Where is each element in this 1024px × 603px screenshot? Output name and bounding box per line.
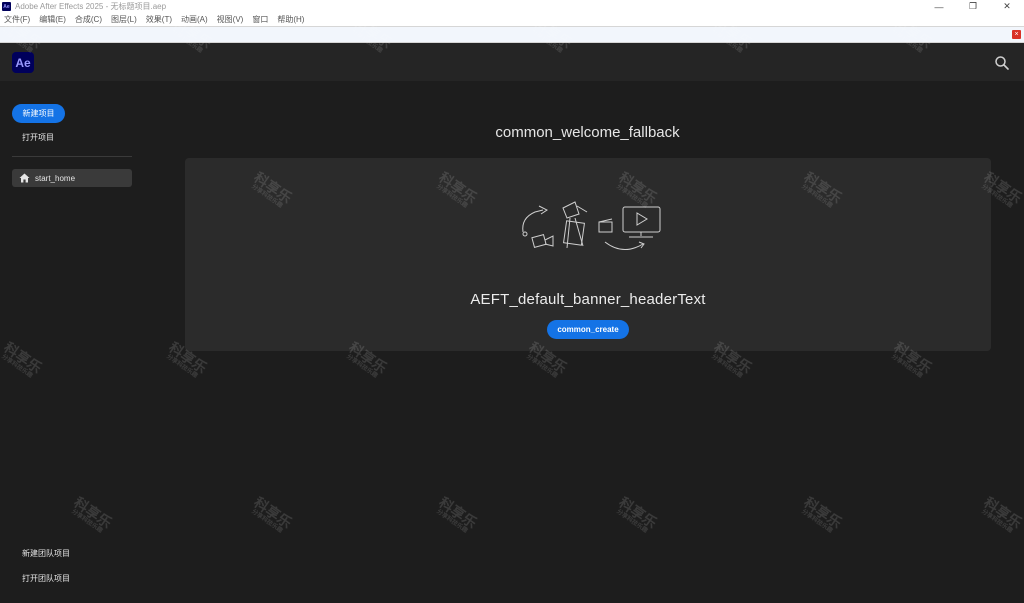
new-team-project-link[interactable]: 新建团队项目 (22, 548, 70, 559)
menu-help[interactable]: 帮助(H) (277, 14, 304, 25)
watermark-text: 科享乐 (71, 494, 115, 532)
watermark-subtext: 分享科技乐趣 (165, 353, 199, 380)
menu-animation[interactable]: 动画(A) (181, 14, 208, 25)
search-button[interactable] (994, 55, 1010, 71)
watermark-subtext: 分享科技乐趣 (800, 508, 834, 535)
restore-button[interactable]: ❐ (956, 0, 990, 13)
watermark-subtext: 分享科技乐趣 (980, 508, 1014, 535)
watermark-text: 科享乐 (981, 494, 1024, 532)
watermark-subtext: 分享科技乐趣 (0, 353, 34, 380)
sidebar-divider (12, 156, 132, 157)
watermark-subtext: 分享科技乐趣 (615, 508, 649, 535)
watermark-subtext: 分享科技乐趣 (250, 508, 284, 535)
app-icon: Ae (2, 2, 11, 11)
watermark: 科享乐分享科技乐趣 (248, 494, 295, 536)
watermark-subtext: 分享科技乐趣 (890, 353, 924, 380)
banner-header-text: AEFT_default_banner_headerText (470, 291, 706, 308)
banner-illustration (522, 201, 661, 250)
watermark-subtext: 分享科技乐趣 (70, 508, 104, 535)
ae-logo: Ae (12, 52, 34, 73)
page-title: common_welcome_fallback (495, 124, 680, 141)
sidebar-item-home[interactable]: start_home (12, 169, 132, 187)
watermark-subtext: 分享科技乐趣 (435, 508, 469, 535)
menu-layer[interactable]: 图层(L) (111, 14, 137, 25)
sidebar-item-label: start_home (35, 173, 76, 183)
open-project-link[interactable]: 打开项目 (22, 132, 54, 143)
watermark-text: 科享乐 (616, 494, 660, 532)
menu-composition[interactable]: 合成(C) (75, 14, 102, 25)
menu-view[interactable]: 视图(V) (217, 14, 244, 25)
menu-edit[interactable]: 编辑(E) (39, 14, 66, 25)
watermark-text: 科享乐 (251, 494, 295, 532)
watermark: 科享乐分享科技乐趣 (433, 494, 480, 536)
window-title: Adobe After Effects 2025 - 无标题项目.aep (15, 2, 167, 11)
menubar: 文件(F) 编辑(E) 合成(C) 图层(L) 效果(T) 动画(A) 视图(V… (0, 13, 1024, 26)
watermark: 科享乐分享科技乐趣 (978, 494, 1024, 536)
watermark-text: 科享乐 (1, 339, 45, 377)
close-window-button[interactable]: ✕ (990, 0, 1024, 13)
new-project-button[interactable]: 新建项目 (12, 104, 65, 123)
home-header: Ae (0, 43, 1024, 81)
notice-bar: × (0, 26, 1024, 43)
menu-file[interactable]: 文件(F) (4, 14, 30, 25)
menu-effect[interactable]: 效果(T) (146, 14, 172, 25)
window-titlebar: Ae Adobe After Effects 2025 - 无标题项目.aep … (0, 0, 1024, 13)
welcome-banner: AEFT_default_banner_headerText common_cr… (185, 158, 991, 351)
watermark: 科享乐分享科技乐趣 (613, 494, 660, 536)
watermark-text: 科享乐 (436, 494, 480, 532)
watermark: 科享乐分享科技乐趣 (68, 494, 115, 536)
watermark-subtext: 分享科技乐趣 (525, 353, 559, 380)
notice-close-button[interactable]: × (1012, 30, 1021, 39)
watermark: 科享乐分享科技乐趣 (0, 339, 45, 381)
search-icon (995, 56, 1009, 70)
watermark-text: 科享乐 (801, 494, 845, 532)
watermark-subtext: 分享科技乐趣 (345, 353, 379, 380)
window-controls: — ❐ ✕ (922, 0, 1024, 13)
menu-window[interactable]: 窗口 (252, 14, 268, 25)
create-button[interactable]: common_create (547, 320, 629, 339)
open-team-project-link[interactable]: 打开团队项目 (22, 573, 70, 584)
minimize-button[interactable]: — (922, 0, 956, 13)
home-icon (19, 173, 30, 183)
watermark: 科享乐分享科技乐趣 (798, 494, 845, 536)
watermark-subtext: 分享科技乐趣 (710, 353, 744, 380)
